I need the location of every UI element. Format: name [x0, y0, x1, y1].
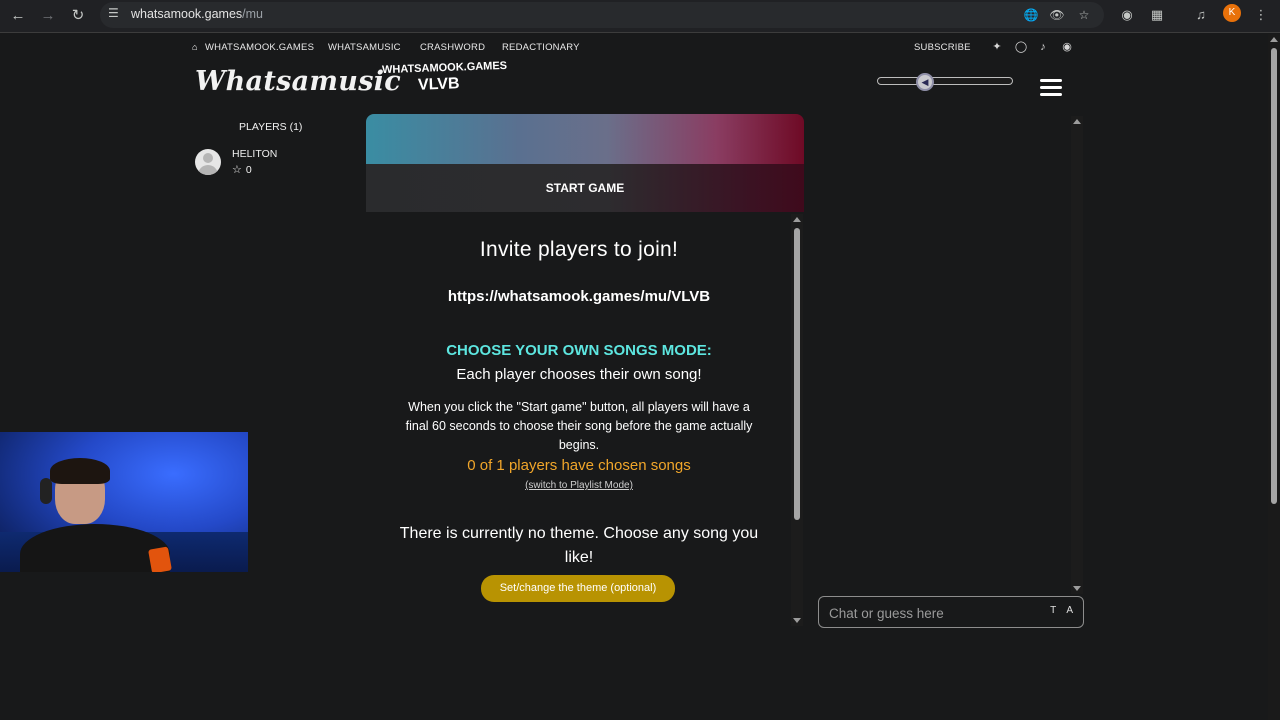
volume-slider[interactable] [877, 77, 1013, 85]
set-theme-button[interactable]: Set/change the theme (optional) [481, 575, 675, 602]
puzzle-icon[interactable]: ▦ [1146, 4, 1168, 26]
webcam-overlay [0, 432, 248, 572]
browser-toolbar: ← → ↻ ☰ whatsamook.games/mu 🌐 👁 ☆ ◉ ▦ ♫ … [0, 0, 1280, 33]
discord-icon[interactable]: ◉ [1060, 40, 1074, 54]
chat-scroll-down-icon[interactable] [1073, 586, 1081, 591]
home-icon: ⌂ [192, 42, 198, 52]
site-nav: ⌂ WHATSAMOOK.GAMES WHATSAMUSIC CRASHWORD … [0, 34, 1280, 60]
scroll-down-icon[interactable] [793, 618, 801, 623]
hamburger-menu-icon[interactable] [1040, 79, 1062, 96]
reload-icon[interactable]: ↻ [66, 4, 90, 28]
scroll-thumb[interactable] [794, 228, 800, 520]
game-content: Invite players to join! https://whatsamo… [366, 212, 792, 628]
mode-subtitle: Each player chooses their own song! [456, 366, 702, 383]
chat-scrollbar[interactable] [1071, 116, 1083, 594]
nav-link-redactionary[interactable]: REDACTIONARY [502, 42, 580, 53]
content-scrollbar[interactable] [791, 214, 803, 626]
nav-link-whatsamusic[interactable]: WHATSAMUSIC [328, 42, 401, 53]
volume-knob-icon[interactable]: ◀ [915, 73, 934, 91]
chosen-status: 0 of 1 players have chosen songs [467, 457, 691, 474]
player-score: ☆ 0 [232, 164, 252, 176]
theme-text: There is currently no theme. Choose any … [399, 525, 759, 566]
menu-kebab-icon[interactable]: ⋮ [1250, 4, 1272, 26]
back-icon[interactable]: ← [6, 4, 30, 28]
star-icon: ☆ [232, 164, 242, 176]
chat-format-tools[interactable]: T A [1050, 605, 1077, 616]
start-game-button[interactable]: START GAME [366, 164, 804, 212]
room-site-label: WHATSAMOOK.GAMES [381, 59, 508, 77]
switch-mode-link[interactable]: (switch to Playlist Mode) [366, 480, 792, 491]
nav-link-home[interactable]: ⌂ WHATSAMOOK.GAMES [192, 42, 314, 53]
page-scroll-thumb[interactable] [1271, 48, 1277, 504]
extension-icon[interactable]: ◉ [1116, 4, 1138, 26]
page-scroll-up-icon[interactable] [1270, 37, 1278, 42]
players-title: PLAYERS (1) [239, 121, 303, 133]
room-code: VLVB [417, 75, 460, 94]
tiktok-icon[interactable]: ♪ [1036, 40, 1050, 54]
game-banner [366, 114, 804, 164]
subscribe-link[interactable]: SUBSCRIBE [914, 42, 971, 53]
start-game-label: START GAME [545, 181, 625, 195]
page-scrollbar[interactable] [1268, 34, 1280, 720]
twitter-icon[interactable]: ✦ [990, 40, 1004, 54]
nav-link-crashword[interactable]: CRASHWORD [420, 42, 485, 53]
site-logo[interactable]: Whatsamusic [195, 66, 401, 97]
translate-icon[interactable]: 🌐 [1022, 6, 1040, 24]
player-avatar [195, 149, 221, 175]
chat-box: T A [818, 596, 1084, 628]
media-control-icon[interactable]: ♫ [1190, 4, 1212, 26]
eye-slash-icon[interactable]: 👁 [1048, 6, 1066, 24]
forward-icon[interactable]: → [36, 4, 60, 28]
site-info-icon[interactable]: ☰ [108, 6, 122, 22]
player-name: HELITON [232, 148, 278, 160]
url-text[interactable]: whatsamook.games/mu [131, 7, 263, 21]
address-bar[interactable]: ☰ whatsamook.games/mu 🌐 👁 ☆ [100, 2, 1104, 28]
instagram-icon[interactable]: ◯ [1014, 40, 1028, 54]
bookmark-star-icon[interactable]: ☆ [1075, 6, 1093, 24]
invite-url[interactable]: https://whatsamook.games/mu/VLVB [366, 288, 792, 305]
profile-avatar[interactable]: K [1223, 4, 1241, 22]
mode-description: When you click the "Start game" button, … [405, 400, 753, 452]
scroll-up-icon[interactable] [793, 217, 801, 222]
chat-input[interactable] [829, 603, 1049, 623]
invite-title: Invite players to join! [479, 238, 679, 261]
chat-scroll-up-icon[interactable] [1073, 119, 1081, 124]
mode-title: CHOOSE YOUR OWN SONGS MODE: [446, 342, 712, 359]
